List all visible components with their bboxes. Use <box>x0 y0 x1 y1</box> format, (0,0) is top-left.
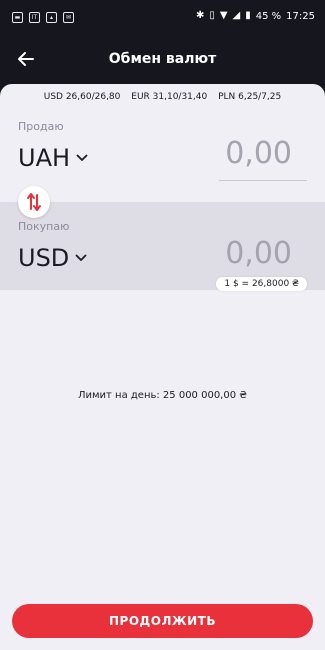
battery-level: 45 % <box>255 10 282 22</box>
status-right: ✱ ▯ ▼ ◢ ▮ 45 % 17:25 <box>196 10 315 22</box>
box-icon: ▬ <box>12 12 23 23</box>
chevron-down-icon <box>76 151 88 165</box>
sell-currency-selector[interactable]: UAH <box>18 144 88 172</box>
clock: 17:25 <box>286 10 315 22</box>
sell-amount-underline <box>219 180 307 181</box>
page-title: Обмен валют <box>108 51 217 67</box>
rates-bar: USD 26,60/26,80 EUR 31,10/31,40 PLN 6,25… <box>0 92 325 102</box>
mail-icon: ✉ <box>63 12 74 23</box>
news-icon: IT <box>29 12 40 23</box>
status-bar: ▬ IT ▴ ✉ ✱ ▯ ▼ ◢ ▮ 45 % 17:25 <box>0 0 325 36</box>
swap-icon <box>27 193 41 211</box>
buy-currency-code: USD <box>18 244 70 272</box>
wifi-icon: ▼ <box>219 10 228 21</box>
buy-label: Покупаю <box>18 220 70 233</box>
daily-limit: Лимит на день: 25 000 000,00 ₴ <box>77 390 248 401</box>
bluetooth-icon: ✱ <box>195 10 205 21</box>
swap-currencies-button[interactable] <box>18 186 50 218</box>
buy-amount-input[interactable]: 0,00 <box>225 236 292 271</box>
rate-pln: PLN 6,25/7,25 <box>218 92 282 102</box>
vibrate-icon: ▯ <box>209 10 215 21</box>
battery-icon: ▮ <box>245 10 251 21</box>
exchange-rate-chip: 1 $ = 26,8000 ₴ <box>216 277 307 291</box>
sell-label: Продаю <box>18 120 64 133</box>
chevron-down-icon <box>75 251 87 265</box>
rate-usd: USD 26,60/26,80 <box>43 92 121 102</box>
sell-amount-input[interactable]: 0,00 <box>225 136 292 171</box>
status-left-icons: ▬ IT ▴ ✉ <box>12 12 74 23</box>
sell-currency-code: UAH <box>18 144 71 172</box>
continue-button[interactable]: ПРОДОЛЖИТЬ <box>12 604 313 638</box>
app-bar: Обмен валют <box>0 36 325 84</box>
buy-currency-selector[interactable]: USD <box>18 244 87 272</box>
image-icon: ▴ <box>46 12 57 23</box>
rate-eur: EUR 31,10/31,40 <box>131 92 208 102</box>
signal-icon: ◢ <box>232 10 241 21</box>
exchange-sheet: USD 26,60/26,80 EUR 31,10/31,40 PLN 6,25… <box>0 84 325 650</box>
